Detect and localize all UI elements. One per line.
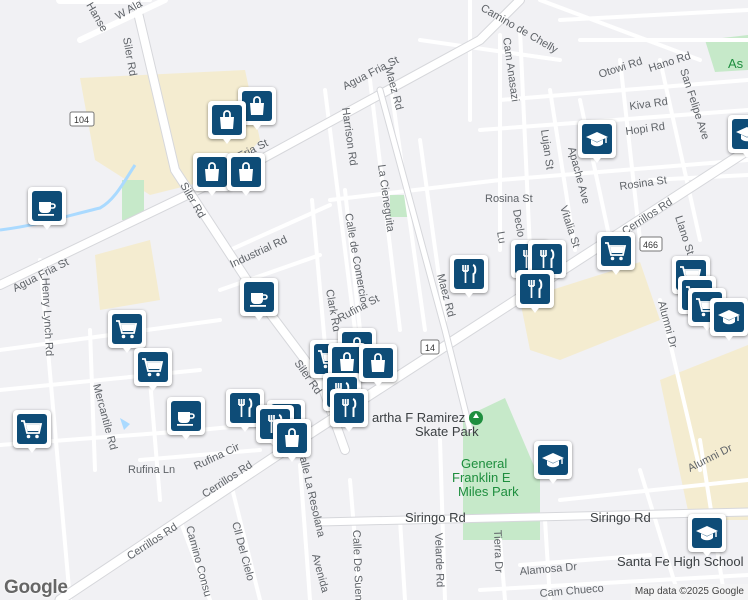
street-label: Siringo Rd: [405, 510, 466, 525]
map-attribution[interactable]: Map data ©2025 Google: [630, 584, 748, 600]
poi-marker[interactable]: [28, 187, 66, 233]
poi-marker[interactable]: [710, 298, 748, 344]
route-shield-104: 104: [69, 111, 95, 127]
place-label-miles-park[interactable]: Franklin E: [452, 470, 511, 485]
street-label: Clark Rd: [323, 288, 342, 332]
school-area: [660, 345, 748, 520]
street-label: Rosina St: [619, 174, 668, 193]
place-label-skate-park[interactable]: artha F Ramirez: [372, 410, 465, 425]
poi-marker[interactable]: [330, 389, 368, 435]
commercial-area: [95, 240, 160, 310]
street-label: Alumni Dr: [655, 300, 679, 350]
street-label: Siler Rd: [120, 36, 139, 77]
street-label: Rosina St: [485, 193, 533, 205]
restaurant-icon: [334, 393, 364, 423]
svg-text:14: 14: [425, 343, 435, 353]
waterway: [0, 164, 137, 232]
street-label: Hopi Rd: [625, 121, 666, 138]
poi-marker[interactable]: [728, 115, 748, 161]
shopping-bag-icon: [242, 91, 272, 121]
street-label: Avenida: [309, 553, 331, 595]
shopping-bag-icon: [277, 423, 307, 453]
street-label: Siringo Rd: [590, 510, 651, 525]
poi-marker[interactable]: [273, 419, 311, 465]
svg-text:466: 466: [643, 240, 658, 250]
shopping-bag-icon: [363, 348, 393, 378]
place-label-skate-park[interactable]: Skate Park: [415, 424, 479, 439]
shopping-cart-icon: [112, 314, 142, 344]
restaurant-icon: [520, 274, 550, 304]
street-label: Industrial Rd: [228, 234, 289, 271]
street-label: Hanse: [83, 1, 109, 35]
route-shield-466: 466: [639, 236, 663, 252]
street-label: Camino Consu: [183, 525, 213, 598]
restaurant-icon: [454, 259, 484, 289]
street-label: Tierra Dr: [491, 530, 505, 574]
poi-marker[interactable]: [688, 514, 726, 560]
pond: [120, 418, 130, 430]
place-label-miles-park[interactable]: Miles Park: [458, 484, 519, 499]
shopping-cart-icon: [138, 352, 168, 382]
poi-marker[interactable]: [240, 278, 278, 324]
street-label: Kiva Rd: [629, 96, 669, 113]
graduation-cap-icon: [714, 302, 744, 332]
graduation-cap-icon: [582, 124, 612, 154]
poi-marker[interactable]: [450, 255, 488, 301]
poi-marker[interactable]: [208, 101, 246, 147]
poi-marker[interactable]: [534, 441, 572, 487]
svg-text:104: 104: [74, 115, 89, 125]
coffee-cup-icon: [244, 282, 274, 312]
street-label: Cam Anasazi: [500, 37, 521, 103]
street-label: Cerrillos Rd: [125, 521, 180, 562]
route-shield-14: 14: [420, 339, 440, 355]
street-label: Calle De Sueno: [350, 530, 365, 600]
map-canvas[interactable]: Agua Fria St Fria St Agua Fria St Siler …: [0, 0, 748, 600]
shopping-bag-icon: [197, 157, 227, 187]
place-label-miles-park[interactable]: General: [461, 456, 507, 471]
graduation-cap-icon: [692, 518, 722, 548]
shopping-cart-icon: [601, 236, 631, 266]
poi-marker[interactable]: [516, 270, 554, 316]
poi-marker[interactable]: [597, 232, 635, 278]
map-base-layer: Agua Fria St Fria St Agua Fria St Siler …: [0, 0, 748, 600]
street-label: Declo: [510, 208, 527, 238]
street-label: San Felipe Ave: [677, 67, 711, 141]
poi-marker[interactable]: [578, 120, 616, 166]
poi-marker[interactable]: [227, 153, 265, 199]
shopping-bag-icon: [231, 157, 261, 187]
shopping-cart-icon: [17, 414, 47, 444]
street-label: Harrison Rd: [339, 107, 359, 167]
poi-marker[interactable]: [193, 153, 231, 199]
graduation-cap-icon: [538, 445, 568, 475]
poi-marker[interactable]: [359, 344, 397, 390]
poi-marker[interactable]: [167, 397, 205, 443]
street-label: Rufina Ln: [128, 464, 175, 476]
poi-marker[interactable]: [134, 348, 172, 394]
place-label-edge: As: [728, 56, 744, 71]
google-logo: Google: [4, 577, 68, 598]
street-label: Lu: [494, 230, 508, 244]
coffee-cup-icon: [32, 191, 62, 221]
street-label: Velarde Rd: [432, 533, 446, 588]
poi-marker[interactable]: [13, 410, 51, 456]
graduation-cap-icon: [732, 119, 748, 149]
street-label: Cll Del Cielo: [229, 521, 256, 583]
street-label: Lujan St: [538, 129, 556, 171]
street-label: Llano St: [672, 214, 696, 256]
shopping-bag-icon: [212, 105, 242, 135]
coffee-cup-icon: [171, 401, 201, 431]
